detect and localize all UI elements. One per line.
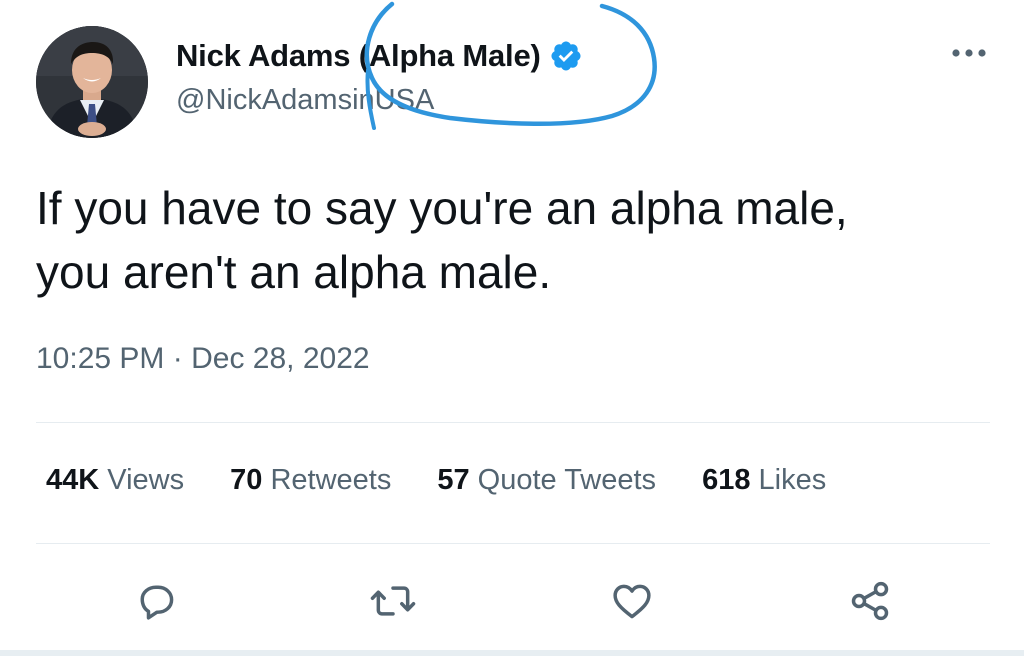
reply-icon[interactable] (131, 576, 181, 626)
avatar-photo-icon (36, 26, 148, 138)
verified-badge-icon (549, 39, 583, 73)
author-display-name[interactable]: Nick Adams (Alpha Male) (176, 38, 541, 74)
stat-quote-tweets[interactable]: 57 Quote Tweets (437, 464, 656, 497)
stat-retweets-label: Retweets (270, 464, 392, 496)
stat-retweets-count: 70 (230, 464, 263, 496)
retweet-icon[interactable] (368, 576, 418, 626)
tweet-time[interactable]: 10:25 PM (36, 342, 164, 375)
stat-likes[interactable]: 618 Likes (702, 464, 826, 497)
author-name-row[interactable]: Nick Adams (Alpha Male) (176, 34, 583, 78)
tweet-detail: Nick Adams (Alpha Male) @NickAdamsinUSA … (0, 0, 1024, 656)
bottom-edge (0, 650, 1024, 656)
divider-bottom (36, 543, 990, 544)
like-icon[interactable] (607, 576, 657, 626)
tweet-stats: 44K Views 70 Retweets 57 Quote Tweets 61… (46, 464, 872, 497)
avatar[interactable] (36, 26, 148, 138)
stat-views-label: Views (107, 464, 185, 496)
timestamp-separator: · (172, 342, 183, 375)
stat-quote-tweets-label: Quote Tweets (477, 464, 657, 496)
stat-likes-count: 618 (702, 464, 751, 496)
tweet-text: If you have to say you're an alpha male,… (36, 182, 848, 298)
tweet-timestamp[interactable]: 10:25 PM · Dec 28, 2022 (36, 342, 370, 376)
more-options-icon[interactable] (944, 38, 994, 68)
divider-top (36, 422, 990, 423)
author-handle[interactable]: @NickAdamsinUSA (176, 84, 434, 117)
stat-retweets[interactable]: 70 Retweets (230, 464, 391, 497)
tweet-date[interactable]: Dec 28, 2022 (191, 342, 369, 375)
stat-likes-label: Likes (758, 464, 827, 496)
stat-quote-tweets-count: 57 (437, 464, 470, 496)
share-icon[interactable] (845, 576, 895, 626)
stat-views[interactable]: 44K Views (46, 464, 184, 497)
stat-views-count: 44K (46, 464, 100, 496)
tweet-action-bar (0, 566, 1024, 636)
